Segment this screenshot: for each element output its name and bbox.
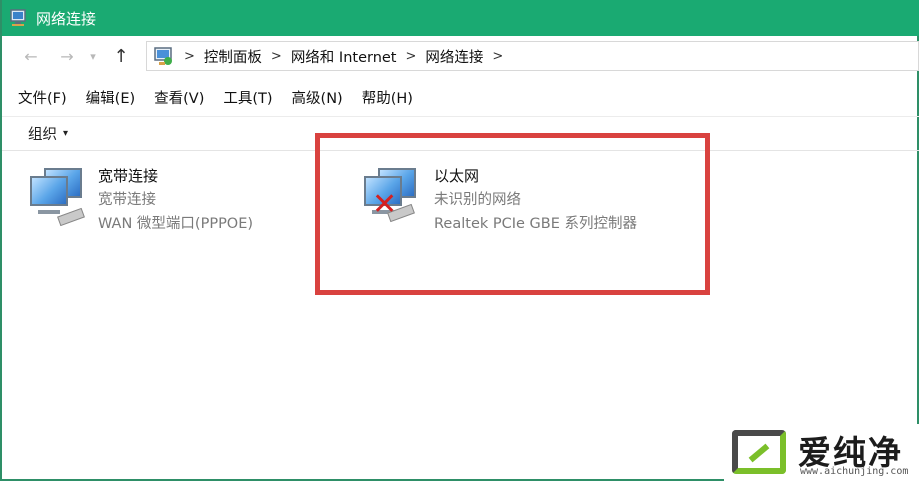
menu-tools[interactable]: 工具(T) (223, 87, 272, 108)
menu-edit[interactable]: 编辑(E) (86, 87, 135, 108)
watermark-logo-icon (732, 430, 786, 474)
menu-bar: 文件(F) 编辑(E) 查看(V) 工具(T) 高级(N) 帮助(H) (2, 79, 919, 117)
breadcrumb-network-connections[interactable]: 网络连接 (425, 46, 483, 67)
watermark-url: www.aichunjing.com (800, 466, 909, 477)
broadband-connection-icon (26, 164, 88, 227)
address-bar[interactable]: > 控制面板 > 网络和 Internet > 网络连接 > (146, 41, 919, 71)
breadcrumb-separator-icon[interactable]: > (271, 49, 282, 64)
monitor-front-shape (30, 176, 68, 206)
menu-view[interactable]: 查看(V) (154, 87, 204, 108)
chevron-down-icon: ▾ (63, 128, 69, 139)
navigation-bar: ← → ▾ ↑ > 控制面板 > 网络和 Internet > 网络连接 > (2, 36, 919, 76)
window-title: 网络连接 (36, 9, 97, 28)
menu-advanced[interactable]: 高级(N) (292, 87, 343, 108)
control-panel-icon (153, 45, 175, 67)
title-bar: 网络连接 (2, 0, 919, 36)
network-connections-icon (8, 8, 28, 28)
connection-name: 宽带连接 (98, 167, 159, 185)
menu-help[interactable]: 帮助(H) (362, 87, 413, 108)
connection-item-broadband[interactable]: 宽带连接 宽带连接 WAN 微型端口(PPPOE) (26, 164, 253, 236)
connection-device: WAN 微型端口(PPPOE) (98, 216, 254, 232)
breadcrumb-separator-icon[interactable]: > (406, 49, 417, 64)
explorer-window: 网络连接 ← → ▾ ↑ > 控制面板 > 网络和 Internet > 网络连… (0, 0, 919, 481)
breadcrumb-separator-icon: > (184, 48, 195, 64)
highlight-annotation-box (315, 133, 710, 295)
menu-file[interactable]: 文件(F) (18, 87, 67, 108)
organize-button[interactable]: 组织 ▾ (28, 123, 68, 144)
organize-label: 组织 (28, 127, 57, 143)
breadcrumb-separator-icon[interactable]: > (492, 49, 503, 64)
forward-arrow-icon[interactable]: → (56, 45, 78, 67)
monitor-stand-shape (38, 210, 60, 214)
modem-plug-shape (57, 207, 85, 227)
recent-locations-chevron-icon[interactable]: ▾ (82, 45, 104, 67)
connection-details: 宽带连接 宽带连接 WAN 微型端口(PPPOE) (98, 164, 253, 236)
breadcrumb-control-panel[interactable]: 控制面板 (204, 46, 262, 67)
connection-type: 宽带连接 (98, 192, 156, 208)
watermark: 爱纯净 www.aichunjing.com (724, 424, 919, 481)
back-arrow-icon[interactable]: ← (20, 45, 42, 67)
up-arrow-icon[interactable]: ↑ (110, 45, 132, 67)
breadcrumb-network-and-internet[interactable]: 网络和 Internet (291, 46, 397, 67)
